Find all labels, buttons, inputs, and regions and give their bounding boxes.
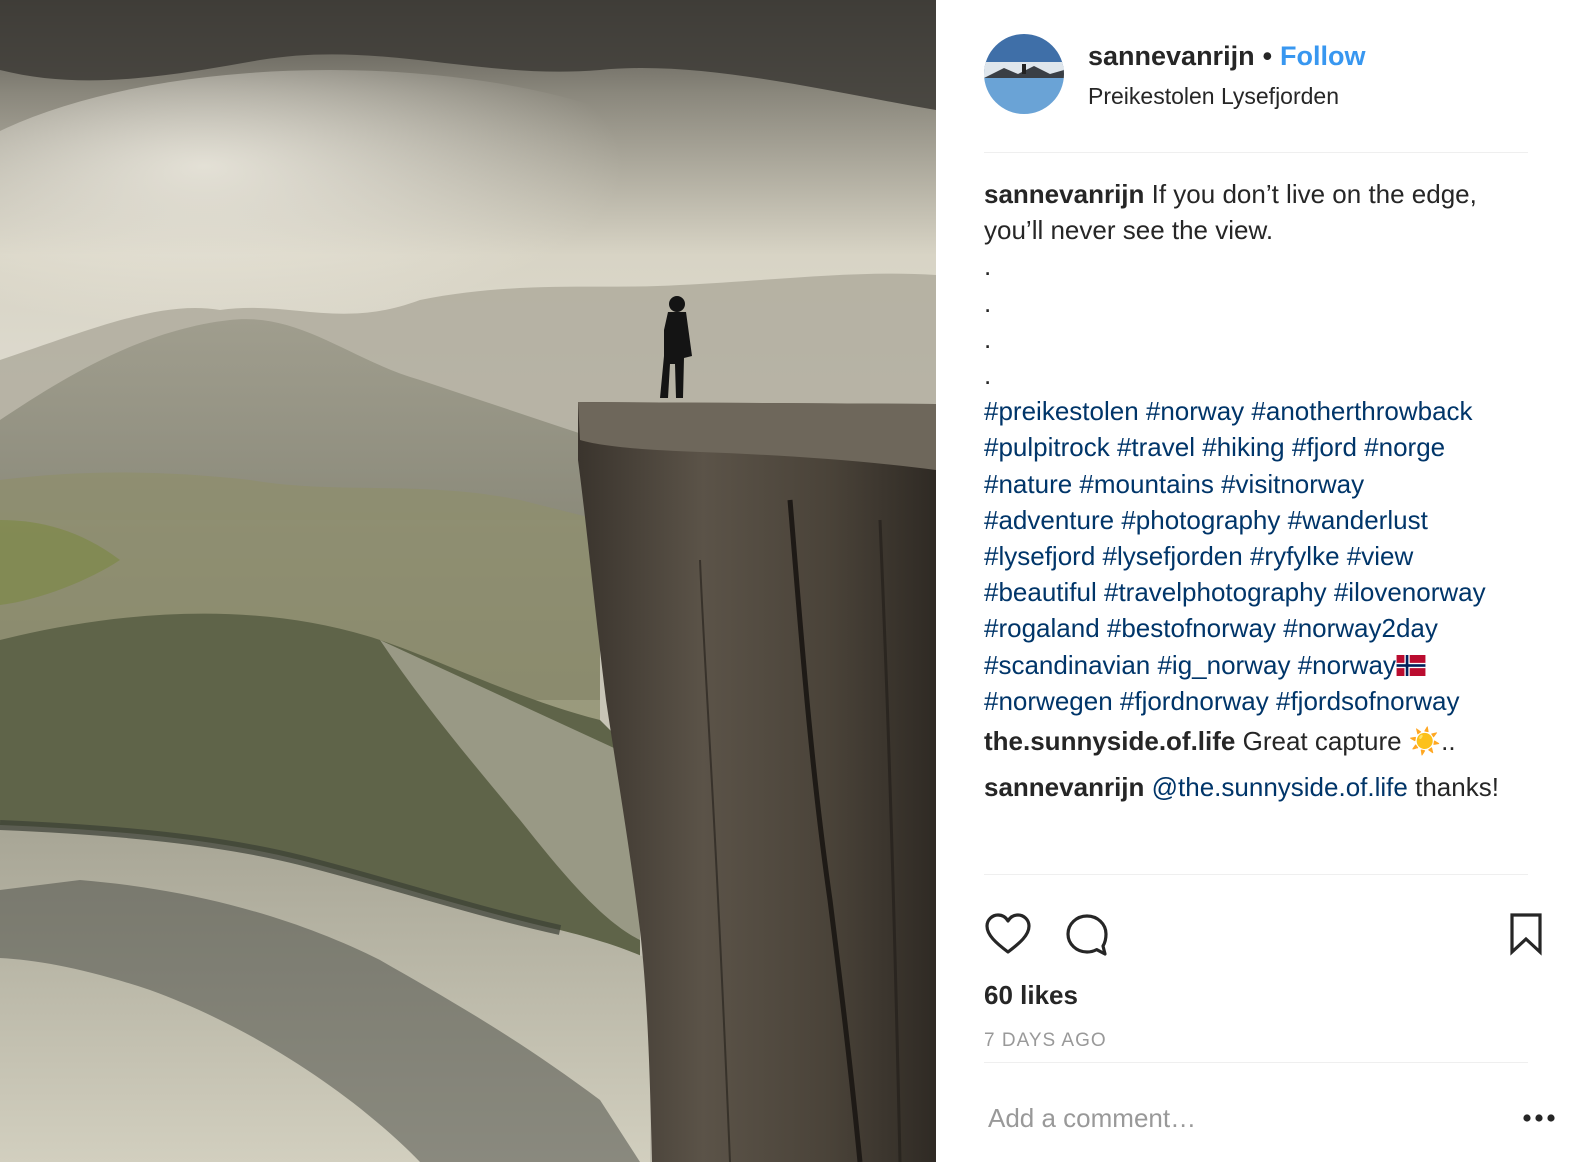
comments-section: sannevanrijn If you don’t live on the ed… <box>984 176 1534 815</box>
add-comment-input[interactable] <box>988 1098 1448 1138</box>
hashtag-link[interactable]: #ryfylke <box>1250 541 1340 571</box>
action-bar <box>984 912 1542 962</box>
header-separator: • <box>1262 41 1273 71</box>
comment-item: the.sunnyside.of.life Great capture ☀️.. <box>984 723 1534 759</box>
hashtag-link[interactable]: #pulpitrock <box>984 432 1110 462</box>
hashtag-link[interactable]: #norwegen <box>984 686 1113 716</box>
hashtag-link[interactable]: #bestofnorway <box>1107 613 1276 643</box>
hashtag-link[interactable]: #travel <box>1117 432 1195 462</box>
hashtag-link[interactable]: #travelphotography <box>1104 577 1327 607</box>
bookmark-icon[interactable] <box>1508 912 1544 956</box>
hashtag-link[interactable]: #visitnorway <box>1221 469 1364 499</box>
hashtag-link[interactable]: #beautiful <box>984 577 1097 607</box>
hashtag-link[interactable]: #anotherthrowback <box>1251 396 1472 426</box>
post-sidebar: sannevanrijn • Follow Preikestolen Lysefjo… <box>936 0 1594 1162</box>
hashtag-link[interactable]: #view <box>1347 541 1413 571</box>
hashtag-link[interactable]: #adventure <box>984 505 1114 535</box>
comment-mention-link[interactable]: @the.sunnyside.of.life <box>1152 772 1408 802</box>
hashtag-link[interactable]: #mountains <box>1079 469 1213 499</box>
norway-flag-icon <box>1396 654 1426 676</box>
comment-username[interactable]: the.sunnyside.of.life <box>984 726 1235 756</box>
hashtag-link[interactable]: #lysefjord <box>984 541 1095 571</box>
hashtag-link[interactable]: #fjordsofnorway <box>1276 686 1460 716</box>
heart-icon[interactable] <box>984 912 1032 956</box>
hashtag-link[interactable]: #nature <box>984 469 1072 499</box>
hashtag-link[interactable]: #scandinavian <box>984 650 1150 680</box>
post-timestamp[interactable]: 7 DAYS AGO <box>984 1030 1107 1052</box>
location-link[interactable]: Preikestolen Lysefjorden <box>1088 81 1339 111</box>
more-options-icon[interactable] <box>1522 1112 1556 1124</box>
hashtag-link[interactable]: #norway2day <box>1283 613 1438 643</box>
photo-image <box>0 0 936 1162</box>
hashtag-link[interactable]: #rogaland <box>984 613 1100 643</box>
hashtag-link[interactable]: #norway <box>1298 650 1396 680</box>
post-photo[interactable] <box>0 0 936 1162</box>
comment-item: sannevanrijn @the.sunnyside.of.life than… <box>984 769 1534 805</box>
hashtag-link[interactable]: #hiking <box>1202 432 1284 462</box>
hashtag-link[interactable]: #preikestolen <box>984 396 1139 426</box>
caption-dot-2: . <box>984 287 992 318</box>
hashtag-link[interactable]: #fjord <box>1292 432 1357 462</box>
header-username[interactable]: sannevanrijn <box>1088 41 1255 71</box>
caption-dot-4: . <box>984 360 992 391</box>
follow-button[interactable]: Follow <box>1280 41 1365 71</box>
actions-divider <box>984 874 1528 875</box>
comment-username[interactable]: sannevanrijn <box>984 772 1144 802</box>
comment-text: thanks! <box>1415 772 1499 803</box>
caption: sannevanrijn If you don’t live on the ed… <box>984 176 1534 719</box>
comment-bubble-icon[interactable] <box>1064 912 1110 958</box>
hashtag-link[interactable]: #wanderlust <box>1288 505 1428 535</box>
avatar[interactable] <box>984 34 1064 114</box>
caption-hashtags: #preikestolen #norway #anotherthrowback … <box>984 393 1534 719</box>
hashtag-link[interactable]: #ilovenorway <box>1334 577 1486 607</box>
header-user-line: sannevanrijn • Follow <box>1088 40 1366 72</box>
hashtag-link[interactable]: #norway <box>1146 396 1244 426</box>
caption-dot-1: . <box>984 251 992 282</box>
hashtag-link[interactable]: #norge <box>1364 432 1445 462</box>
post-header: sannevanrijn • Follow Preikestolen Lysefjo… <box>984 32 1528 153</box>
hashtag-link[interactable]: #lysefjorden <box>1103 541 1243 571</box>
caption-username[interactable]: sannevanrijn <box>984 179 1144 209</box>
hashtag-link[interactable]: #photography <box>1121 505 1280 535</box>
hashtag-link[interactable]: #fjordnorway <box>1120 686 1269 716</box>
comment-text: Great capture ☀️.. <box>1242 726 1456 757</box>
composer-divider <box>984 1062 1528 1063</box>
hashtag-link[interactable]: #ig_norway <box>1157 650 1290 680</box>
caption-dot-3: . <box>984 323 992 354</box>
avatar-image <box>984 34 1064 114</box>
likes-count[interactable]: 60 likes <box>984 980 1078 1011</box>
